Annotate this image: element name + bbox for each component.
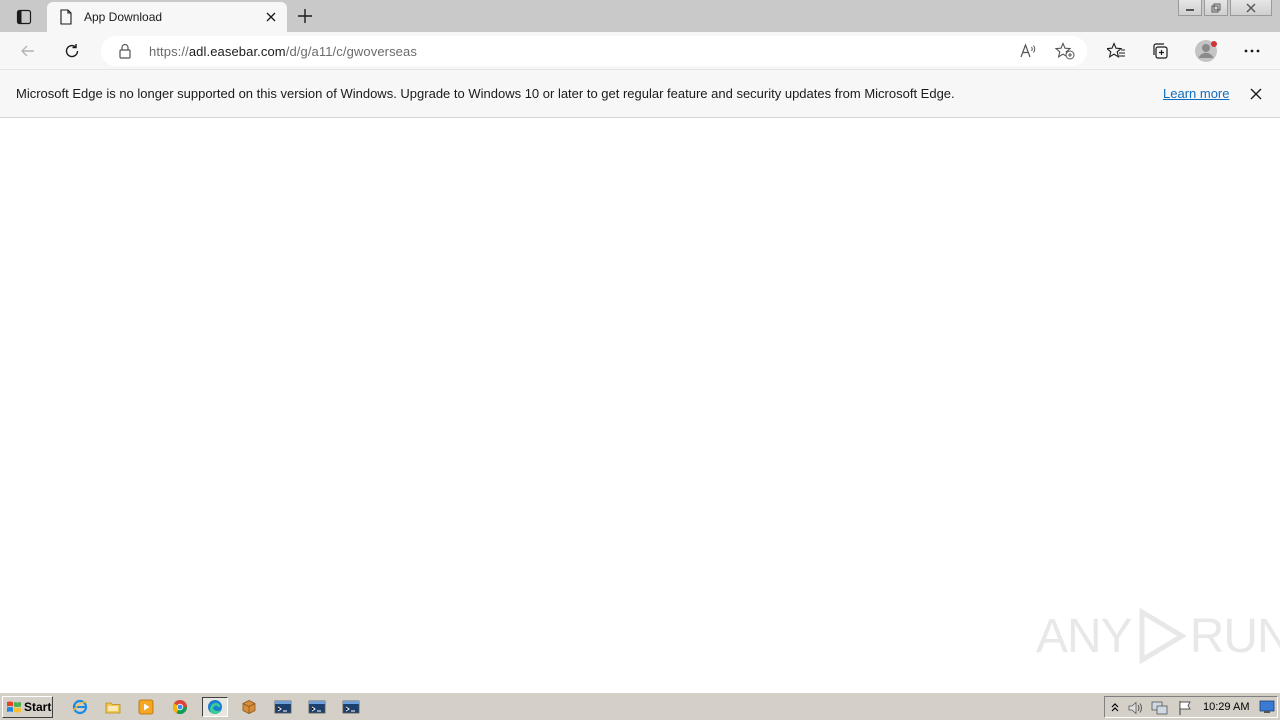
plus-icon [298, 9, 312, 23]
start-label: Start [24, 700, 52, 714]
taskbar-media-player-button[interactable] [135, 697, 157, 717]
more-icon [1244, 49, 1260, 53]
url-host: adl.easebar.com [188, 44, 286, 59]
browser-window: App Download https://adl.easebar.com/d/g… [0, 0, 1280, 720]
windows-taskbar: Start 10:29 AM [0, 692, 1280, 720]
collections-icon [1153, 43, 1168, 59]
infobar-close-button[interactable] [1247, 85, 1265, 103]
minimize-icon [1186, 8, 1194, 11]
show-desktop-icon[interactable] [1259, 700, 1275, 714]
volume-icon[interactable] [1127, 700, 1145, 716]
tab-actions-button[interactable] [10, 6, 38, 28]
url-path: /d/g/a11/c/gwoverseas [285, 44, 417, 59]
chrome-icon [172, 700, 188, 715]
restore-button[interactable] [1204, 0, 1228, 16]
url-text[interactable]: https://adl.easebar.com/d/g/a11/c/gwover… [149, 44, 417, 59]
back-button[interactable] [15, 39, 41, 63]
tab-close-button[interactable] [263, 9, 279, 25]
edge-icon [208, 700, 222, 714]
infobar-message: Microsoft Edge is no longer supported on… [16, 86, 955, 101]
watermark-text-right: RUN [1189, 609, 1280, 663]
favorites-icon [1107, 42, 1125, 58]
action-center-flag-icon[interactable] [1177, 700, 1193, 716]
taskbar-app-button-3[interactable] [340, 697, 362, 717]
address-bar[interactable]: https://adl.easebar.com/d/g/a11/c/gwover… [101, 36, 1087, 66]
terminal-window-icon [342, 700, 360, 714]
start-button[interactable]: Start [2, 696, 53, 718]
minimize-button[interactable] [1178, 0, 1202, 16]
navigation-toolbar: https://adl.easebar.com/d/g/a11/c/gwover… [0, 32, 1280, 70]
window-controls [1178, 0, 1272, 18]
read-aloud-icon[interactable] [1019, 42, 1037, 60]
terminal-window-icon [274, 700, 292, 714]
internet-explorer-icon [72, 699, 88, 715]
taskbar-explorer-button[interactable] [102, 697, 124, 717]
folder-icon [105, 702, 121, 714]
tab-strip: App Download [0, 0, 1280, 32]
profile-icon [1195, 40, 1217, 62]
star-plus-icon[interactable] [1055, 42, 1075, 60]
close-icon [266, 12, 276, 22]
taskbar-clock[interactable]: 10:29 AM [1203, 701, 1249, 713]
taskbar-ie-button[interactable] [69, 697, 91, 717]
watermark-text-left: ANY [1036, 609, 1133, 663]
taskbar-chrome-button[interactable] [169, 697, 191, 717]
unsupported-os-infobar: Microsoft Edge is no longer supported on… [0, 70, 1280, 118]
page-content: ANY RUN [0, 118, 1280, 692]
media-player-icon [138, 699, 154, 715]
tab-active[interactable]: App Download [47, 2, 287, 32]
favorites-button[interactable] [1103, 39, 1129, 63]
tab-actions-icon [16, 9, 32, 25]
learn-more-link[interactable]: Learn more [1163, 86, 1229, 101]
taskbar-package-button[interactable] [238, 697, 260, 717]
show-hidden-icons-icon[interactable] [1110, 700, 1120, 714]
lock-icon[interactable] [118, 43, 132, 59]
refresh-button[interactable] [59, 39, 85, 63]
window-close-button[interactable] [1230, 0, 1272, 16]
package-icon [242, 700, 256, 714]
collections-button[interactable] [1147, 39, 1173, 63]
windows-logo-icon [7, 701, 21, 713]
refresh-icon [65, 44, 79, 58]
close-icon [1246, 3, 1256, 12]
taskbar-edge-button[interactable] [202, 697, 228, 717]
play-logo-icon [1139, 608, 1186, 664]
close-icon [1250, 88, 1262, 100]
restore-icon [1211, 3, 1221, 12]
system-tray: 10:29 AM [1104, 696, 1278, 718]
terminal-window-icon [308, 700, 326, 714]
taskbar-app-button-2[interactable] [306, 697, 328, 717]
new-tab-button[interactable] [294, 5, 316, 27]
page-icon [60, 9, 72, 25]
network-icon[interactable] [1151, 700, 1169, 716]
anyrun-watermark: ANY RUN [1036, 608, 1280, 664]
tab-title: App Download [84, 10, 163, 24]
taskbar-app-button-1[interactable] [272, 697, 294, 717]
settings-menu-button[interactable] [1239, 39, 1265, 63]
profile-button[interactable] [1193, 39, 1219, 63]
url-prefix: https:// [149, 44, 189, 59]
back-arrow-icon [21, 45, 34, 57]
